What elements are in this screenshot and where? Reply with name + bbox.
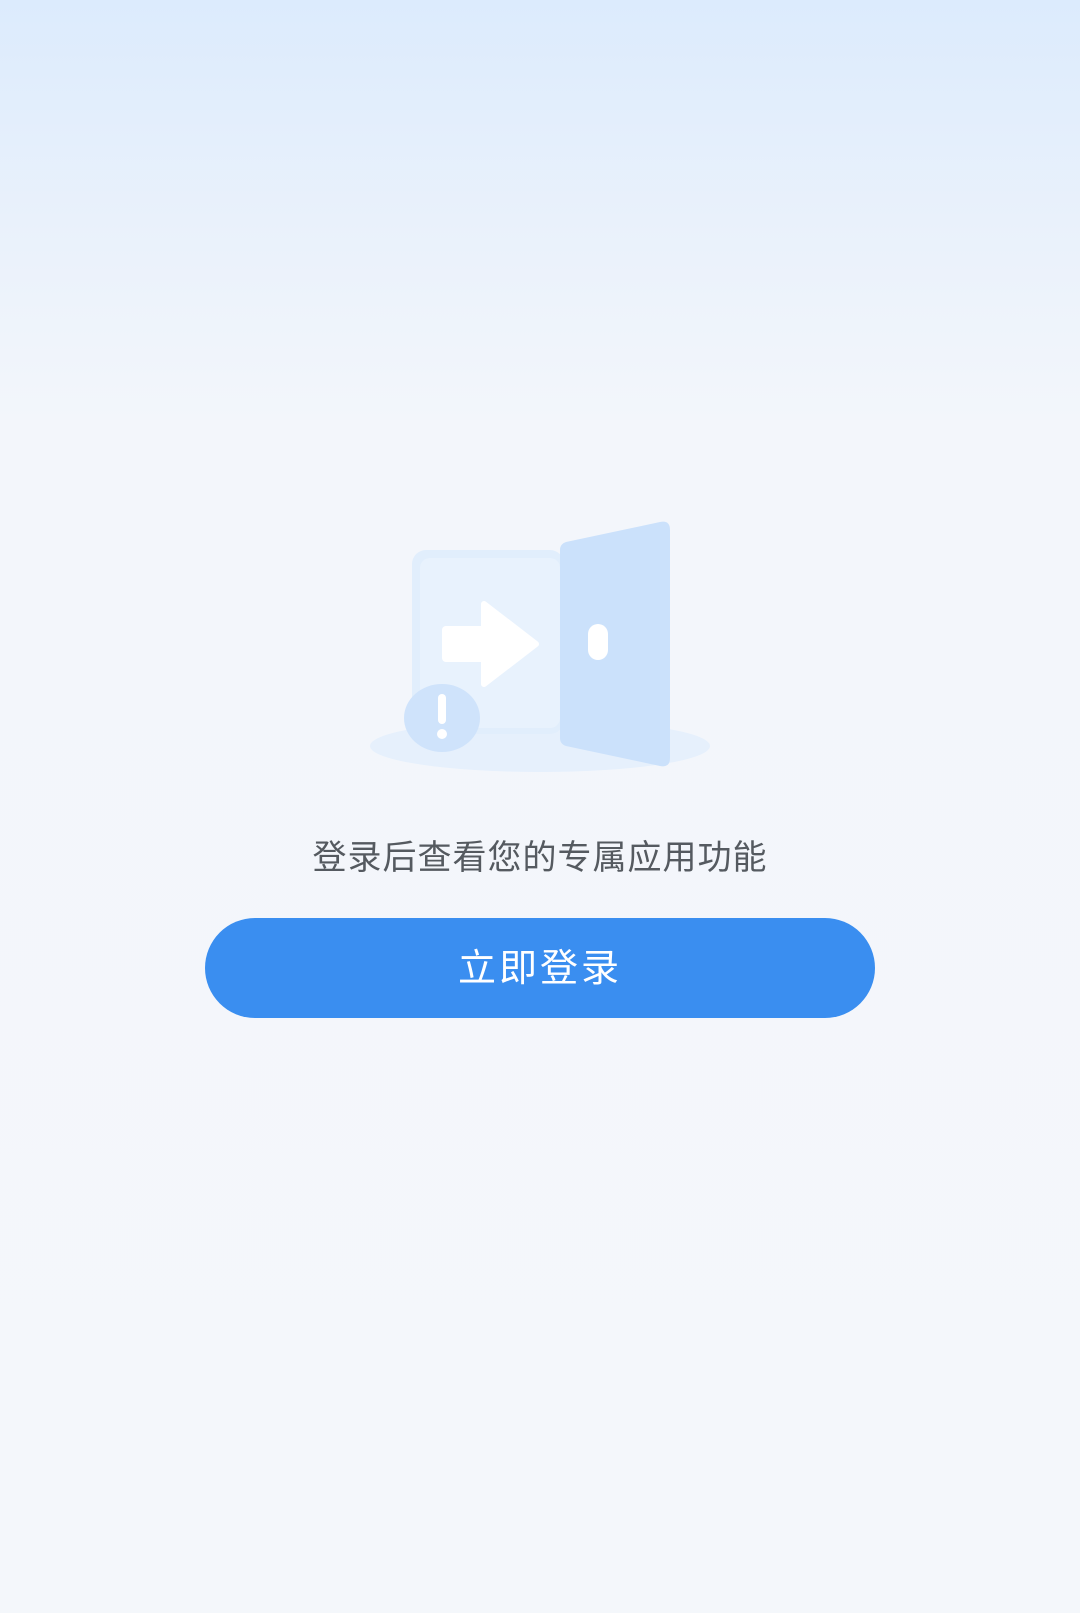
login-illustration [360,520,720,780]
door-panel [560,521,670,767]
exclamation-icon [404,684,480,752]
login-prompt-text: 登录后查看您的专属应用功能 [312,838,768,878]
door-login-arrow-icon [370,521,710,772]
door-handle [588,624,608,660]
login-button[interactable]: 立即登录 [205,918,875,1018]
